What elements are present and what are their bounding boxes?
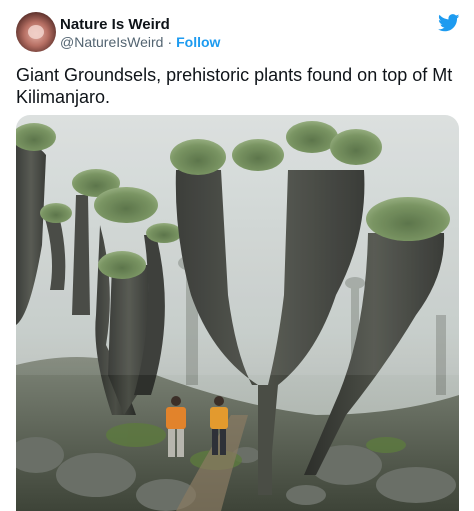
tweet-header: Nature Is Weird @NatureIsWeird · Follow (16, 12, 460, 56)
tweet-photo[interactable] (16, 115, 459, 511)
twitter-bird-icon[interactable] (438, 14, 460, 32)
groundsel-landscape-image (16, 115, 459, 511)
display-name[interactable]: Nature Is Weird (60, 16, 170, 33)
follow-button[interactable]: Follow (176, 34, 220, 50)
tweet-text: Giant Groundsels, prehistoric plants fou… (16, 65, 453, 107)
user-handle[interactable]: @NatureIsWeird (60, 34, 163, 50)
handle-row: @NatureIsWeird · Follow (60, 34, 220, 50)
avatar[interactable] (16, 12, 56, 52)
separator-dot: · (167, 34, 173, 50)
